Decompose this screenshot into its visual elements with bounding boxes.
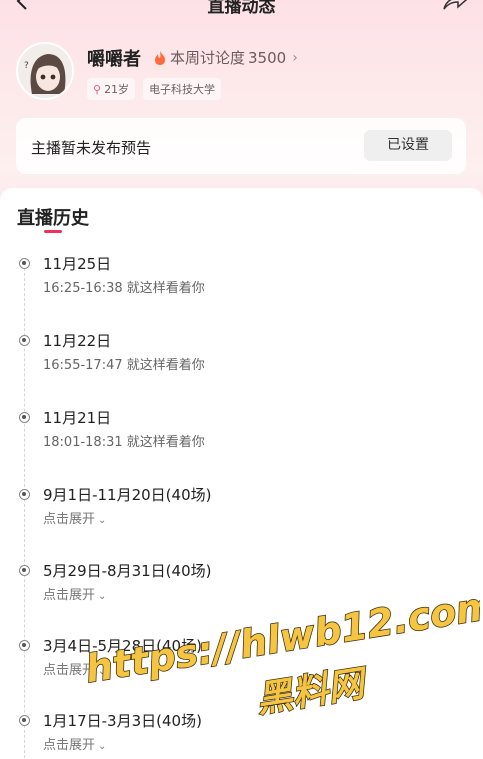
age-tag: ⚲ 21岁: [87, 78, 136, 100]
share-icon[interactable]: [441, 0, 467, 10]
history-date: 11月21日: [43, 409, 112, 427]
svg-text:?: ?: [24, 61, 29, 71]
school-text: 电子科技大学: [149, 83, 216, 96]
history-item[interactable]: 11月21日 18:01-18:31 就这样看着你: [17, 407, 457, 457]
expand-button[interactable]: 点击展开 ⌄: [43, 584, 106, 603]
history-group: 3月4日-5月28日(40场) 点击展开 ⌄: [17, 635, 457, 685]
notice-text: 主播暂未发布预告: [31, 139, 152, 157]
profile-tags: ⚲ 21岁 电子科技大学: [87, 78, 222, 100]
history-date: 11月25日: [43, 255, 112, 273]
expand-label: 点击展开: [43, 588, 96, 603]
preview-notice-card: 主播暂未发布预告 已设置: [16, 118, 466, 174]
chevron-right-icon: ›: [292, 49, 298, 66]
reminder-set-button[interactable]: 已设置: [364, 130, 452, 161]
live-history-panel: 直播历史 11月25日 16:25-16:38 就这样看着你 11月22日 16…: [0, 188, 483, 759]
history-range: 3月4日-5月28日(40场): [43, 637, 202, 655]
expand-label: 点击展开: [43, 512, 96, 527]
timeline-dot-icon: [19, 565, 30, 576]
avatar-image: ?: [18, 44, 72, 98]
expand-button[interactable]: 点击展开 ⌄: [43, 734, 106, 753]
history-group: 1月17日-3月3日(40场) 点击展开 ⌄: [17, 710, 457, 759]
timeline-dot-icon: [19, 335, 30, 346]
heat-value: 3500: [248, 48, 287, 67]
chevron-down-icon: ⌄: [98, 515, 107, 526]
history-range: 9月1日-11月20日(40场): [43, 486, 212, 504]
history-date: 11月22日: [43, 332, 112, 350]
female-icon: ⚲: [93, 82, 102, 96]
history-item[interactable]: 11月22日 16:55-17:47 就这样看着你: [17, 330, 457, 380]
timeline-dot-icon: [19, 412, 30, 423]
section-underline: [44, 230, 62, 233]
history-detail: 16:55-17:47 就这样看着你: [43, 358, 205, 373]
expand-button[interactable]: 点击展开 ⌄: [43, 508, 106, 527]
history-group: 5月29日-8月31日(40场) 点击展开 ⌄: [17, 560, 457, 610]
history-detail: 16:25-16:38 就这样看着你: [43, 281, 205, 296]
timeline-dot-icon: [19, 489, 30, 500]
streamer-profile: ? 嚼嚼者 本周讨论度 3500 › ⚲ 21岁 电子科技大学: [16, 42, 466, 102]
chevron-down-icon: ⌄: [98, 741, 107, 752]
top-bar: 直播动态: [0, 0, 483, 17]
expand-label: 点击展开: [43, 738, 96, 753]
streamer-name: 嚼嚼者: [87, 49, 141, 70]
heat-indicator[interactable]: 本周讨论度 3500 ›: [153, 47, 298, 68]
chevron-down-icon: ⌄: [98, 666, 107, 677]
timeline-dot-icon: [19, 640, 30, 651]
history-group: 9月1日-11月20日(40场) 点击展开 ⌄: [17, 484, 457, 534]
chevron-down-icon: ⌄: [98, 591, 107, 602]
history-item[interactable]: 11月25日 16:25-16:38 就这样看着你: [17, 253, 457, 303]
avatar[interactable]: ?: [16, 42, 74, 100]
age-text: 21岁: [104, 83, 130, 96]
history-range: 5月29日-8月31日(40场): [43, 562, 212, 580]
expand-label: 点击展开: [43, 663, 96, 678]
heat-label: 本周讨论度: [170, 49, 246, 67]
expand-button[interactable]: 点击展开 ⌄: [43, 659, 106, 678]
section-title: 直播历史: [17, 208, 89, 229]
school-tag: 电子科技大学: [143, 78, 222, 100]
history-range: 1月17日-3月3日(40场): [43, 712, 202, 730]
history-detail: 18:01-18:31 就这样看着你: [43, 435, 205, 450]
flame-icon: [155, 50, 165, 65]
timeline-dot-icon: [19, 258, 30, 269]
page-title: 直播动态: [207, 0, 276, 17]
timeline-dot-icon: [19, 715, 30, 726]
